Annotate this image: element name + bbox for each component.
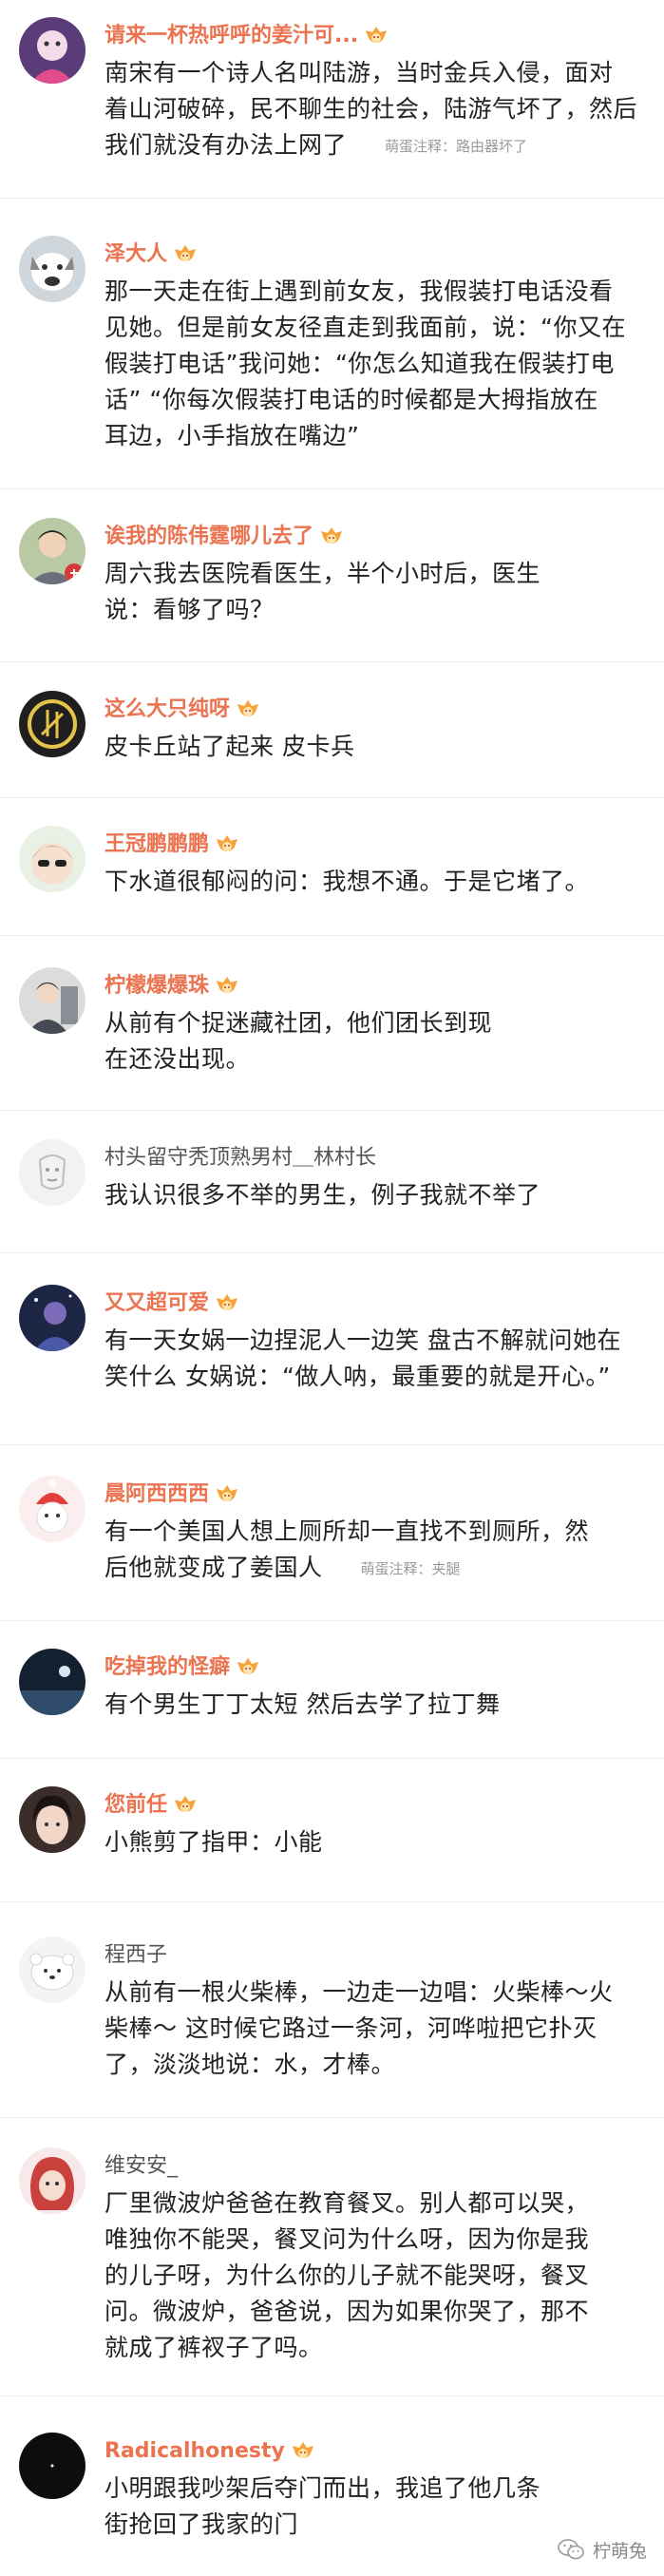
username-text[interactable]: 王冠鹏鹏鹏 bbox=[104, 830, 209, 860]
divider bbox=[0, 2117, 664, 2118]
vip-badge-icon bbox=[215, 833, 239, 856]
username[interactable]: 维安安_ bbox=[104, 2151, 178, 2182]
username[interactable]: 晨阿西西西 bbox=[104, 1479, 239, 1510]
divider bbox=[0, 1901, 664, 1902]
comment-text: 从前有一根火柴棒，一边走一边唱：火柴棒～火 柴棒～ 这时候它路过一条河，河哗啦把… bbox=[104, 1978, 614, 2078]
username-text[interactable]: Radicalhonesty bbox=[104, 2436, 285, 2467]
divider bbox=[0, 2395, 664, 2396]
avatar[interactable] bbox=[19, 1285, 85, 1351]
username[interactable]: 吃掉我的怪癖 bbox=[104, 1652, 260, 1683]
username-text[interactable]: 这么大只纯呀 bbox=[104, 695, 230, 725]
username-text[interactable]: 村头留守秃顶熟男村＿林村长 bbox=[104, 1143, 376, 1174]
vip-badge-icon bbox=[291, 2440, 315, 2463]
username-text[interactable]: 诶我的陈伟霆哪儿去了 bbox=[104, 522, 313, 552]
avatar[interactable] bbox=[19, 2147, 85, 2214]
vip-badge-icon bbox=[173, 1794, 198, 1817]
username[interactable]: Radicalhonesty bbox=[104, 2436, 315, 2467]
username[interactable]: 诶我的陈伟霆哪儿去了 bbox=[104, 522, 344, 552]
divider bbox=[0, 1620, 664, 1621]
username[interactable]: 这么大只纯呀 bbox=[104, 695, 260, 725]
divider bbox=[0, 661, 664, 662]
username[interactable]: 程西子 bbox=[104, 1940, 167, 1971]
comment-text: 下水道很郁闷的问：我想不通。于是它堵了。 bbox=[104, 868, 590, 895]
comment-text: 厂里微波炉爸爸在教育餐叉。别人都可以哭， 唯独你不能哭，餐叉问为什么呀，因为你是… bbox=[104, 2189, 590, 2361]
comment-text: 有个男生丁丁太短 然后去学了拉丁舞 bbox=[104, 1690, 501, 1718]
comment-text: 从前有个捉迷藏社团，他们团长到现 在还没出现。 bbox=[104, 1009, 493, 1073]
divider bbox=[0, 488, 664, 489]
username-text[interactable]: 您前任 bbox=[104, 1790, 167, 1821]
username[interactable]: 村头留守秃顶熟男村＿林村长 bbox=[104, 1143, 376, 1174]
avatar[interactable] bbox=[19, 518, 85, 584]
avatar[interactable] bbox=[19, 236, 85, 302]
username-text[interactable]: 维安安_ bbox=[104, 2151, 178, 2182]
divider bbox=[0, 797, 664, 798]
vip-badge-icon bbox=[236, 698, 260, 721]
comment-text: 小熊剪了指甲：小能 bbox=[104, 1828, 323, 1856]
annotation-note: 萌蛋注释：夹腿 bbox=[360, 1560, 461, 1577]
avatar[interactable] bbox=[19, 2433, 85, 2499]
username-text[interactable]: 晨阿西西西 bbox=[104, 1479, 209, 1510]
wechat-icon bbox=[557, 2537, 585, 2562]
avatar[interactable] bbox=[19, 1649, 85, 1715]
username-text[interactable]: 柠檬爆爆珠 bbox=[104, 971, 209, 1002]
comment-text: 那一天走在街上遇到前女友，我假装打电话没看 见她。但是前女友径直走到我面前，说：… bbox=[104, 277, 626, 449]
username[interactable]: 柠檬爆爆珠 bbox=[104, 971, 239, 1002]
avatar[interactable] bbox=[19, 691, 85, 757]
divider bbox=[0, 1110, 664, 1111]
avatar[interactable] bbox=[19, 967, 85, 1034]
vip-badge-icon bbox=[173, 243, 198, 266]
divider bbox=[0, 1252, 664, 1253]
comment-text: 周六我去医院看医生，半个小时后，医生 说：看够了吗？ bbox=[104, 560, 541, 623]
comment-text: 有一天女娲一边捏泥人一边笑 盘古不解就问她在 笑什么 女娲说：“做人呐，最重要的… bbox=[104, 1326, 621, 1390]
vip-badge-icon bbox=[215, 1483, 239, 1506]
divider bbox=[0, 1444, 664, 1445]
username[interactable]: 又又超可爱 bbox=[104, 1288, 239, 1319]
annotation-note: 萌蛋注释：路由器坏了 bbox=[385, 138, 528, 155]
vip-badge-icon bbox=[215, 975, 239, 998]
watermark-label: 柠萌兔 bbox=[592, 2540, 647, 2562]
watermark: 柠萌兔 bbox=[557, 2533, 647, 2566]
username-text[interactable]: 请来一杯热呼呼的姜汁可... bbox=[104, 21, 358, 51]
avatar[interactable] bbox=[19, 1139, 85, 1206]
username-text[interactable]: 吃掉我的怪癖 bbox=[104, 1652, 230, 1683]
comment-text: 有一个美国人想上厕所却一直找不到厕所，然 后他就变成了姜国人 萌蛋注释：夹腿 bbox=[104, 1517, 590, 1581]
comment-text: 南宋有一个诗人名叫陆游，当时金兵入侵，面对 着山河破碎，民不聊生的社会，陆游气坏… bbox=[104, 59, 638, 159]
divider bbox=[0, 1758, 664, 1759]
avatar[interactable] bbox=[19, 1786, 85, 1853]
divider bbox=[0, 198, 664, 199]
vip-badge-icon bbox=[236, 1656, 260, 1679]
vip-badge-icon bbox=[215, 1292, 239, 1315]
avatar[interactable] bbox=[19, 17, 85, 84]
vip-badge-icon bbox=[364, 25, 389, 48]
avatar[interactable] bbox=[19, 1476, 85, 1542]
divider bbox=[0, 935, 664, 936]
comment-text: 小明跟我吵架后夺门而出，我追了他几条 街抢回了我家的门 bbox=[104, 2474, 541, 2538]
username-text[interactable]: 泽大人 bbox=[104, 239, 167, 270]
vip-badge-icon bbox=[319, 525, 344, 548]
username-text[interactable]: 程西子 bbox=[104, 1940, 167, 1971]
username-text[interactable]: 又又超可爱 bbox=[104, 1288, 209, 1319]
username[interactable]: 王冠鹏鹏鹏 bbox=[104, 830, 239, 860]
username[interactable]: 您前任 bbox=[104, 1790, 198, 1821]
username[interactable]: 请来一杯热呼呼的姜汁可... bbox=[104, 21, 389, 51]
comment-feed: 请来一杯热呼呼的姜汁可... 南宋有一个诗人名叫陆游，当时金兵入侵，面对 着山河… bbox=[0, 0, 664, 2576]
comment-text: 我认识很多不举的男生，例子我就不举了 bbox=[104, 1181, 541, 1209]
avatar[interactable] bbox=[19, 1937, 85, 2003]
comment-text: 皮卡丘站了起来 皮卡兵 bbox=[104, 733, 355, 760]
username[interactable]: 泽大人 bbox=[104, 239, 198, 270]
avatar[interactable] bbox=[19, 826, 85, 892]
